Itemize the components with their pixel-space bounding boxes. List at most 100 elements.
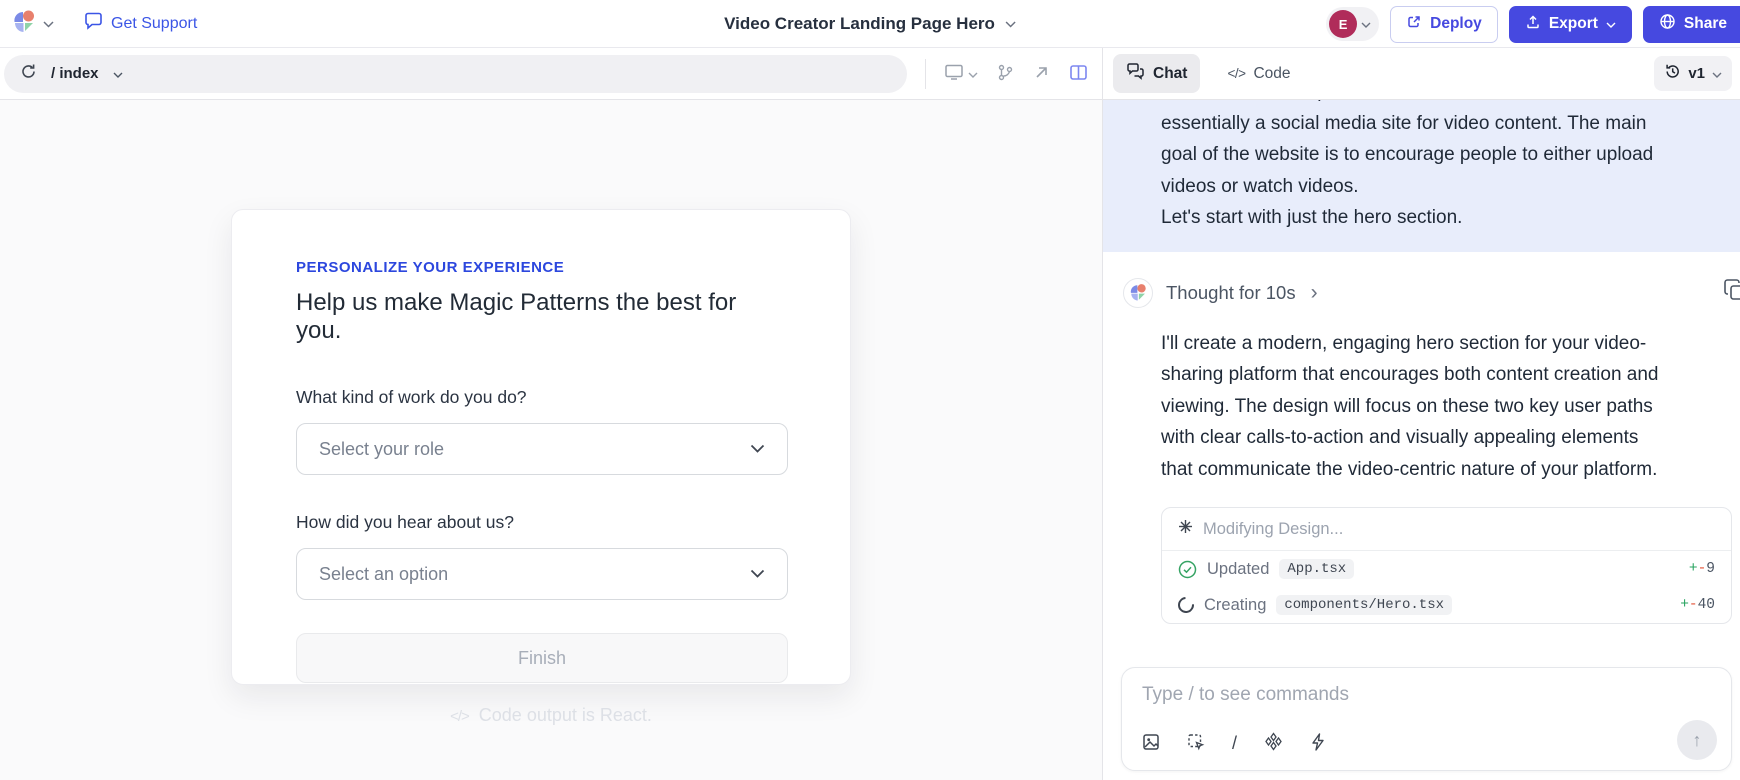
user-message-line: essentially a social media site for vide… [1161,108,1698,140]
chat-toolbar: Chat </> Code v1 [1103,48,1740,100]
chevron-down-icon [1606,15,1616,33]
chevron-right-icon: › [1311,282,1318,303]
referral-select-value: Select an option [319,564,448,585]
thought-label: Thought for 10s [1166,282,1296,304]
assistant-message: I'll create a modern, engaging hero sect… [1161,328,1720,486]
user-message: that lets creators upload and share thei… [1103,100,1740,252]
diff-stats: +-9 [1689,561,1715,577]
referral-question-label: How did you hear about us? [296,512,786,533]
monitor-icon [944,63,964,84]
user-message-line: videos or watch videos. [1161,171,1698,203]
assistant-message-line: sharing platform that encourages both co… [1161,359,1720,391]
url-bar[interactable]: / index [4,55,907,93]
modal-heading: Help us make Magic Patterns the best for… [296,289,786,345]
workspace-menu[interactable] [12,9,54,39]
code-icon: </> [450,708,469,725]
user-message-line: Let's start with just the hero section. [1161,202,1698,234]
globe-icon [1659,13,1676,35]
arrow-up-icon: ↑ [1693,730,1702,751]
file-action: Creating [1204,596,1266,615]
split-view-button[interactable] [1069,64,1088,84]
version-history-button[interactable]: v1 [1654,56,1732,91]
tab-code[interactable]: </> Code [1214,57,1303,91]
deploy-label: Deploy [1430,15,1482,33]
share-button[interactable]: Share [1643,6,1740,43]
diff-count: 40 [1698,597,1715,613]
external-link-icon [1406,14,1422,35]
version-label: v1 [1688,65,1705,82]
open-in-new-tab-button[interactable] [1033,64,1050,84]
slash-commands-button[interactable]: / [1232,733,1237,754]
copy-message-button[interactable] [1723,278,1740,305]
code-output-note: </> Code output is React. [0,705,1102,726]
git-branch-icon [997,64,1014,84]
inspect-cursor-icon [1187,733,1205,754]
project-title-menu[interactable]: Video Creator Landing Page Hero [724,0,1016,48]
code-output-text: Code output is React. [479,705,652,725]
deploy-button[interactable]: Deploy [1390,6,1498,43]
user-message-line: that lets creators upload and share thei… [1161,100,1698,108]
diff-plus: + [1680,597,1689,613]
viewport-size-button[interactable] [944,63,978,84]
component-tree-button[interactable] [997,64,1014,84]
send-message-button[interactable]: ↑ [1677,720,1717,760]
get-support-link[interactable]: Get Support [84,12,197,35]
chevron-down-icon [1361,15,1371,33]
assistant-message-line: that communicate the video-centric natur… [1161,454,1720,486]
diff-count: 9 [1706,561,1715,577]
file-change-row[interactable]: Creating components/Hero.tsx +-40 [1162,587,1731,623]
code-icon: </> [1227,66,1245,81]
upload-icon [1525,14,1541,35]
file-name: App.tsx [1279,559,1354,579]
attach-image-button[interactable] [1142,733,1160,754]
chat-thread: that lets creators upload and share thei… [1103,100,1740,780]
quick-actions-button[interactable] [1310,733,1326,754]
refresh-icon[interactable] [20,63,37,85]
finish-button[interactable]: Finish [296,633,788,683]
preview-canvas: PERSONALIZE YOUR EXPERIENCE Help us make… [0,100,1102,780]
account-menu[interactable]: E [1326,7,1379,41]
assistant-avatar [1123,278,1153,308]
task-card-title: Modifying Design... [1203,520,1343,539]
spinner-icon [1175,594,1198,617]
sparkle-icon [1178,519,1193,539]
chevron-down-icon [43,15,54,33]
role-select[interactable]: Select your role [296,423,788,475]
chevron-down-icon [750,565,765,583]
top-header: Get Support Video Creator Landing Page H… [0,0,1740,48]
tab-chat-label: Chat [1153,65,1187,83]
referral-select[interactable]: Select an option [296,548,788,600]
speech-bubble-icon [84,12,103,35]
tab-code-label: Code [1253,65,1290,83]
lightning-bolt-icon [1310,733,1326,754]
history-icon [1664,63,1681,84]
components-button[interactable] [1264,732,1283,754]
get-support-label: Get Support [111,15,197,33]
diamonds-icon [1264,732,1283,754]
diff-minus: - [1689,597,1698,613]
tab-chat[interactable]: Chat [1113,54,1200,93]
image-icon [1142,733,1160,754]
file-change-row[interactable]: Updated App.tsx +-9 [1162,551,1731,587]
export-label: Export [1549,15,1598,33]
assistant-message-line: with clear calls-to-action and visually … [1161,422,1720,454]
diff-minus: - [1698,561,1707,577]
route-path: / index [51,65,99,82]
preview-pane: / index [0,48,1103,780]
arrow-up-right-icon [1033,64,1050,84]
export-button[interactable]: Export [1509,6,1632,43]
personalize-modal: PERSONALIZE YOUR EXPERIENCE Help us make… [231,209,851,685]
assistant-message-line: viewing. The design will focus on these … [1161,391,1720,423]
slash-icon: / [1232,733,1237,754]
thought-summary[interactable]: Thought for 10s › [1123,278,1740,308]
file-name: components/Hero.tsx [1276,595,1452,615]
chat-bubbles-icon [1126,62,1145,85]
share-label: Share [1684,15,1727,33]
magic-patterns-logo-icon [12,9,37,39]
select-element-button[interactable] [1187,733,1205,754]
project-title: Video Creator Landing Page Hero [724,14,995,34]
check-circle-icon [1178,560,1197,579]
chat-input[interactable] [1142,684,1626,706]
chat-pane: Chat </> Code v1 [1103,48,1740,780]
role-select-value: Select your role [319,439,444,460]
